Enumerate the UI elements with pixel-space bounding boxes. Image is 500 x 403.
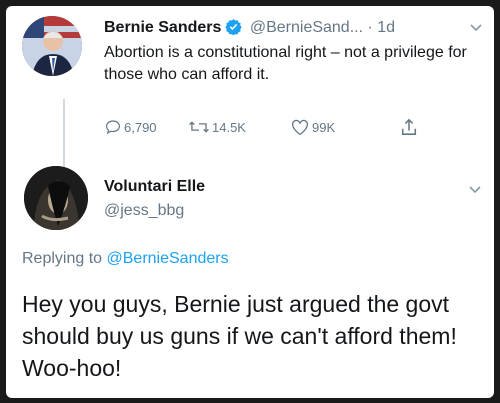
chevron-down-icon[interactable] [469, 20, 483, 36]
author-handle[interactable]: @BernieSand... [250, 19, 363, 36]
original-tweet-header: Bernie Sanders @BernieSand... · 1d [104, 18, 484, 40]
separator-dot: · [367, 19, 373, 36]
reply-count: 6,790 [124, 119, 157, 135]
retweet-button[interactable]: 14.5K [188, 116, 246, 138]
replying-mention-link[interactable]: @BernieSanders [107, 250, 229, 267]
thread-connector-line [63, 99, 65, 169]
tweet-timestamp[interactable]: 1d [377, 19, 395, 36]
like-button[interactable]: 99K [290, 116, 335, 138]
replying-to-line: Replying to @BernieSanders [22, 250, 229, 268]
reply-chevron-down-icon[interactable] [468, 182, 482, 198]
reply-button[interactable]: 6,790 [104, 116, 157, 138]
tweet-actions: 6,790 14.5K 99K [104, 116, 444, 140]
retweet-count: 14.5K [212, 119, 246, 135]
avatar-bernie-sanders[interactable] [22, 16, 82, 76]
reply-author-handle[interactable]: @jess_bbg [104, 202, 184, 220]
like-count: 99K [312, 119, 336, 135]
avatar-voluntari-elle[interactable] [24, 166, 88, 230]
retweet-icon [188, 118, 210, 136]
original-tweet-text: Abortion is a constitutional right – not… [104, 44, 467, 83]
verified-badge-icon [225, 18, 243, 40]
replying-prefix: Replying to [22, 250, 103, 267]
author-name[interactable]: Bernie Sanders [104, 19, 221, 36]
tweet-thread: Bernie Sanders @BernieSand... · 1d Abort… [6, 6, 494, 398]
share-button[interactable] [400, 116, 418, 138]
reply-icon [104, 118, 122, 136]
share-icon [400, 117, 418, 137]
reply-tweet-text: Hey you guys, Bernie just argued the gov… [22, 291, 457, 381]
like-icon [290, 118, 310, 136]
reply-author-name[interactable]: Voluntari Elle [104, 178, 205, 196]
